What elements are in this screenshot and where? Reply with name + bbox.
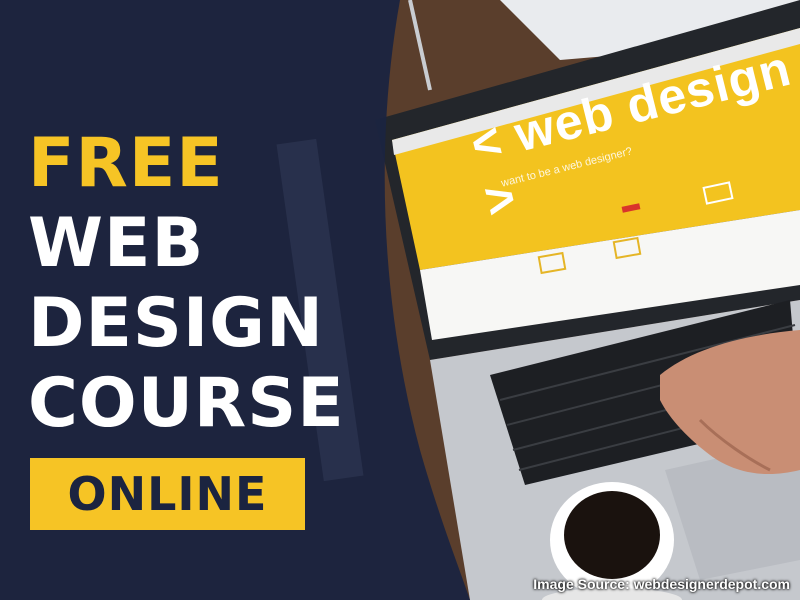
headline-design: DESIGN: [28, 284, 324, 363]
online-badge: ONLINE: [30, 458, 305, 530]
image-source-caption: Image Source: webdesignerdepot.com: [533, 576, 790, 592]
headline-course: COURSE: [28, 364, 345, 443]
headline-web: WEB: [28, 204, 205, 283]
banner: < web design > want to be a web designer…: [0, 0, 800, 600]
headline-free: FREE: [28, 124, 224, 203]
online-badge-label: ONLINE: [67, 467, 268, 521]
